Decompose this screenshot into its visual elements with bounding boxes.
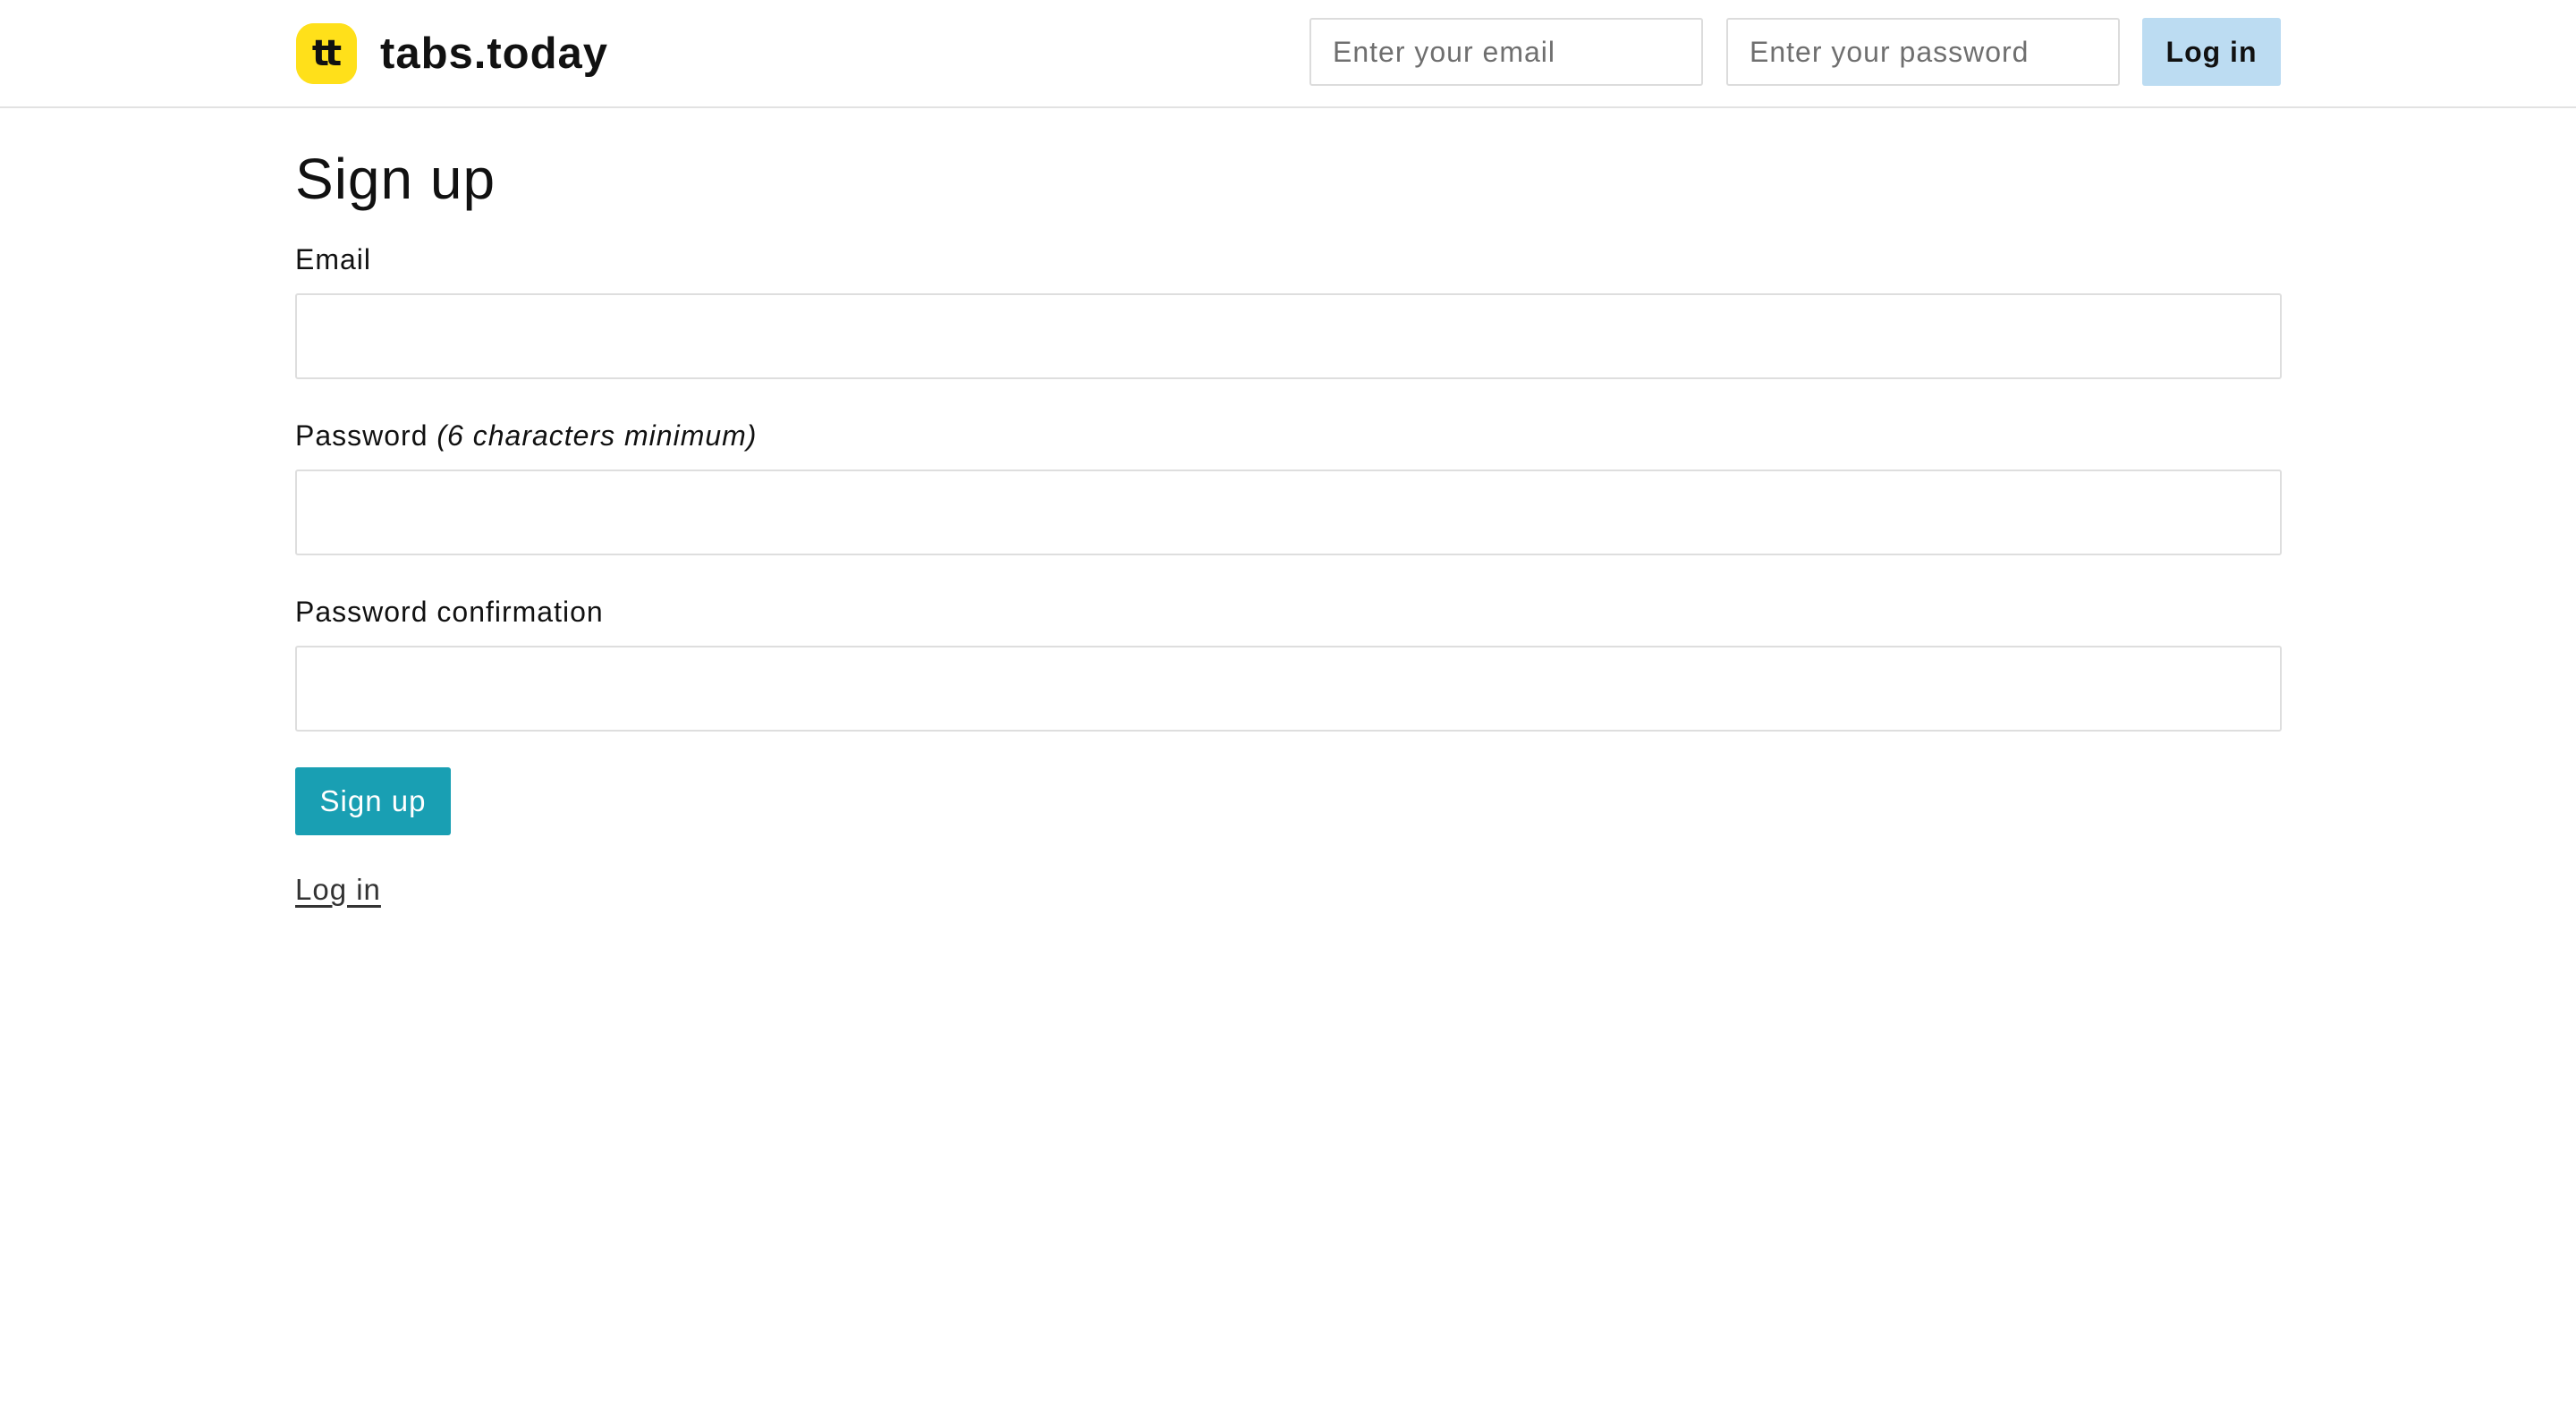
tabs-today-logo-icon: tt — [296, 23, 357, 84]
email-field[interactable] — [295, 293, 2282, 379]
header-login-button[interactable]: Log in — [2142, 18, 2281, 86]
password-field[interactable] — [295, 470, 2282, 555]
brand[interactable]: tt tabs.today — [296, 23, 608, 84]
password-label-text: Password — [295, 419, 428, 452]
header-password-input[interactable] — [1726, 18, 2120, 86]
password-label: Password (6 characters minimum) — [295, 421, 757, 450]
email-label: Email — [295, 243, 372, 275]
sign-up-button[interactable]: Sign up — [295, 767, 451, 835]
page-title: Sign up — [295, 147, 496, 211]
header-email-input[interactable] — [1309, 18, 1703, 86]
top-navbar: tt tabs.today Log in — [0, 0, 2576, 108]
brand-name: tabs.today — [380, 30, 609, 78]
login-link[interactable]: Log in — [295, 875, 381, 904]
password-hint: (6 characters minimum) — [436, 419, 758, 452]
password-confirmation-field[interactable] — [295, 646, 2282, 732]
password-confirmation-label: Password confirmation — [295, 596, 604, 628]
